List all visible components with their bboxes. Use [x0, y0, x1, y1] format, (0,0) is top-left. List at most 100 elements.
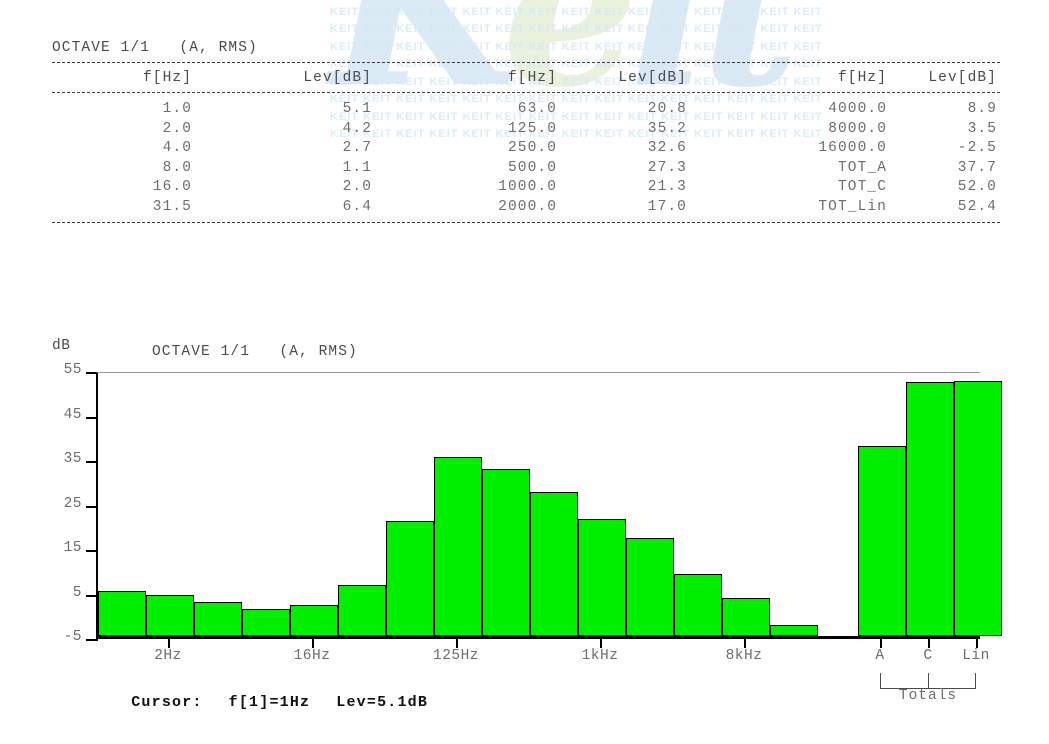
table-cell: 37.7 — [957, 159, 997, 176]
header-level-1: Lev[dB] — [303, 70, 372, 86]
y-axis-tick-label: -5 — [63, 629, 82, 645]
cursor-level: Lev=5.1dB — [336, 694, 429, 711]
table-row: 1.0 5.1 63.0 20.8 4000.0 8.9 — [52, 100, 1002, 120]
x-axis-tick-label: 8kHz — [725, 648, 763, 664]
header-freq-3: f[Hz] — [837, 70, 887, 86]
header-freq-1: f[Hz] — [142, 70, 192, 86]
table-cell: 4.2 — [342, 120, 372, 137]
table-cell: 2.0 — [342, 179, 372, 195]
bar — [674, 574, 722, 636]
table-cell: 27.3 — [647, 159, 687, 176]
header-freq-2: f[Hz] — [507, 70, 557, 86]
table-cell: -2.5 — [957, 140, 997, 156]
table-cell: TOT_Lin — [818, 198, 887, 215]
table-cell: 1.1 — [342, 159, 372, 176]
table-row: 31.5 6.4 2000.0 17.0 TOT_Lin 52.4 — [52, 198, 1002, 218]
octave-chart: dB OCTAVE 1/1 (A, RMS) 55 45 35 25 15 5 -5 2Hz… — [0, 330, 1049, 730]
x-axis-tick — [312, 639, 314, 648]
x-axis-tick-label: C — [923, 648, 933, 664]
table-cell: 5.1 — [342, 101, 372, 117]
bar — [146, 595, 194, 636]
table-cell: 8000.0 — [828, 120, 887, 137]
y-axis-tick-label: 55 — [63, 362, 82, 378]
x-axis-tick — [928, 639, 930, 648]
bar-series — [98, 373, 1002, 636]
table-cell: 4.0 — [162, 140, 192, 156]
table-cell: 52.0 — [957, 179, 997, 195]
chart-title: OCTAVE 1/1 (A, RMS) — [152, 344, 358, 360]
cursor-readout: Cursor: f[1]=1Hz Lev=5.1dB — [70, 677, 428, 728]
table-cell: 4000.0 — [828, 101, 887, 117]
x-axis-tick — [456, 639, 458, 648]
plot-area — [96, 372, 1002, 639]
x-axis-tick — [168, 639, 170, 648]
table-cell: 500.0 — [507, 159, 557, 176]
table-cell: 6.4 — [342, 198, 372, 215]
table-cell: TOT_C — [837, 179, 887, 195]
totals-bracket — [880, 673, 976, 689]
octave-table: OCTAVE 1/1 (A, RMS) f[Hz] Lev[dB] f[Hz] … — [52, 40, 1002, 223]
table-cell: 250.0 — [507, 140, 557, 156]
bar — [770, 624, 818, 636]
table-cell: 2.0 — [162, 120, 192, 137]
table-cell: 1.0 — [162, 101, 192, 117]
header-level-3: Lev[dB] — [928, 70, 997, 86]
table-cell: 21.3 — [647, 179, 687, 195]
x-axis-tick-label: 2Hz — [154, 648, 182, 664]
bar — [338, 585, 386, 636]
table-row: 8.0 1.1 500.0 27.3 TOT_A 37.7 — [52, 159, 1002, 179]
bar — [242, 608, 290, 636]
bar — [290, 604, 338, 636]
table-cell: 16.0 — [152, 179, 192, 195]
x-axis-tick — [880, 639, 882, 648]
table-cell: 8.0 — [162, 159, 192, 176]
y-axis-tick-label: 45 — [63, 406, 82, 423]
table-cell: 52.4 — [957, 198, 997, 215]
y-axis-tick-label: 25 — [63, 495, 82, 512]
table-row: 16.0 2.0 1000.0 21.3 TOT_C 52.0 — [52, 178, 1002, 198]
table-cell: 2000.0 — [498, 198, 557, 215]
table-cell: TOT_A — [837, 159, 887, 176]
table-row: 2.0 4.2 125.0 35.2 8000.0 3.5 — [52, 120, 1002, 140]
table-cell: 35.2 — [647, 120, 687, 137]
bar — [98, 591, 146, 636]
table-row: 4.0 2.7 250.0 32.6 16000.0 -2.5 — [52, 139, 1002, 159]
x-axis-tick — [600, 639, 602, 648]
totals-group-label: Totals — [898, 688, 958, 704]
table-cell: 31.5 — [152, 198, 192, 215]
bar — [386, 521, 434, 636]
table-title: OCTAVE 1/1 (A, RMS) — [52, 40, 258, 56]
bar — [954, 380, 1002, 636]
cursor-label: Cursor: — [131, 694, 203, 711]
y-axis-unit-label: dB — [52, 338, 71, 354]
table-header-row: f[Hz] Lev[dB] f[Hz] Lev[dB] f[Hz] Lev[dB… — [52, 63, 1002, 92]
cursor-frequency: f[1]=1Hz — [228, 694, 311, 711]
x-axis-tick-label: Lin — [962, 648, 990, 664]
x-axis-tick-label: 125Hz — [432, 648, 480, 664]
watermark-tile-row: KEIT KEIT KEIT KEIT KEIT KEIT KEIT KEIT … — [330, 0, 970, 4]
x-axis-tick — [976, 639, 978, 648]
watermark-tile-row: KEIT KEIT KEIT KEIT KEIT KEIT KEIT KEIT … — [330, 5, 823, 18]
totals-bracket-divider — [928, 673, 929, 688]
bar — [194, 601, 242, 636]
x-axis-tick-label: A — [875, 648, 885, 664]
watermark-tile-row: KEIT KEIT KEIT KEIT KEIT KEIT KEIT KEIT … — [330, 23, 823, 35]
table-cell: 17.0 — [647, 198, 687, 215]
y-axis-tick-label: 15 — [63, 540, 82, 556]
table-cell: 32.6 — [647, 140, 687, 156]
table-body: 1.0 5.1 63.0 20.8 4000.0 8.9 2.0 4.2 125.0 35.2 80… — [52, 93, 1002, 222]
table-rule-bottom — [52, 222, 1000, 223]
x-axis-tick-label: 16Hz — [293, 648, 331, 664]
table-cell: 16000.0 — [818, 140, 887, 156]
header-level-2: Lev[dB] — [618, 70, 687, 86]
y-axis-tick-label: 5 — [72, 584, 82, 601]
bar — [482, 468, 530, 636]
table-cell: 2.7 — [342, 140, 372, 156]
table-cell: 63.0 — [517, 101, 557, 117]
bar — [530, 492, 578, 636]
bar — [906, 382, 954, 636]
bar — [434, 457, 482, 636]
x-axis-tick — [744, 639, 746, 648]
bar — [578, 518, 626, 636]
table-cell: 20.8 — [647, 101, 687, 117]
